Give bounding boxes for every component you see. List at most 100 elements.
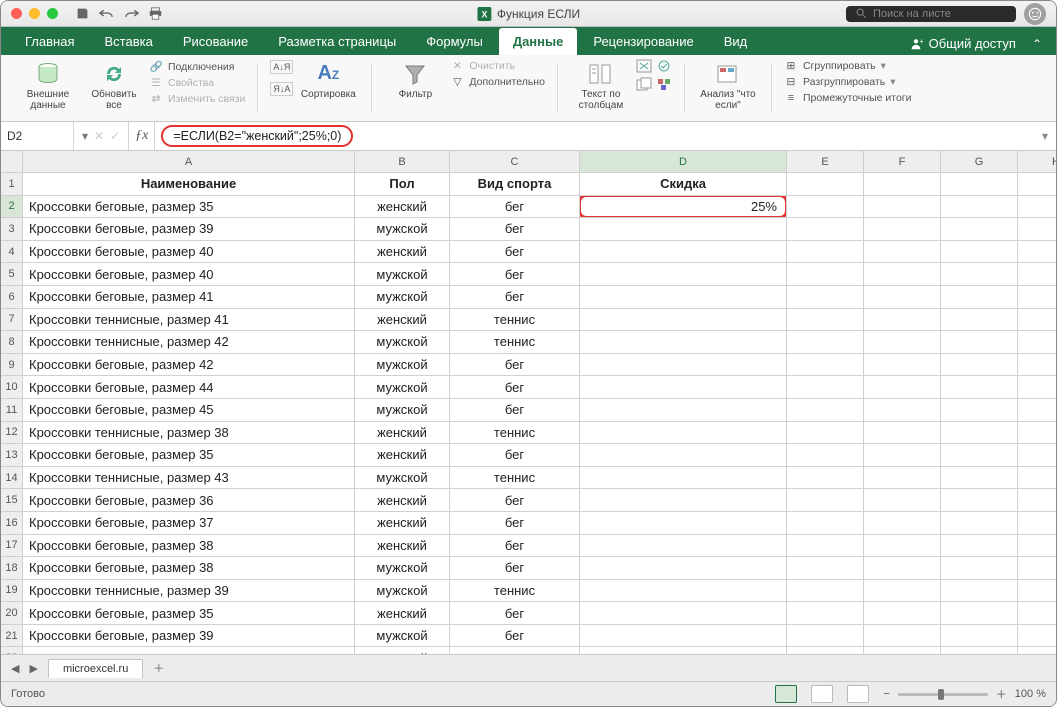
empty-cell[interactable] (941, 557, 1018, 580)
empty-cell[interactable] (941, 580, 1018, 603)
sheet-tab[interactable]: microexcel.ru (48, 659, 143, 678)
empty-cell[interactable] (864, 512, 941, 535)
close-window-icon[interactable] (11, 8, 22, 19)
empty-cell[interactable] (864, 331, 941, 354)
empty-cell[interactable] (787, 354, 864, 377)
column-header[interactable]: H (1018, 151, 1056, 173)
empty-cell[interactable] (864, 376, 941, 399)
empty-cell[interactable] (941, 241, 1018, 264)
empty-cell[interactable] (864, 647, 941, 654)
cell[interactable] (580, 444, 787, 467)
cell[interactable]: бег (450, 489, 580, 512)
empty-cell[interactable] (941, 354, 1018, 377)
ribbon-tab-рецензирование[interactable]: Рецензирование (579, 28, 707, 55)
empty-cell[interactable] (941, 489, 1018, 512)
row-header[interactable]: 3 (1, 218, 23, 241)
consolidate-icon[interactable] (656, 77, 672, 91)
cell[interactable]: мужской (355, 376, 450, 399)
cell[interactable]: Кроссовки беговые, размер 42 (23, 354, 355, 377)
row-header[interactable]: 6 (1, 286, 23, 309)
row-header[interactable]: 5 (1, 263, 23, 286)
page-layout-view-button[interactable] (811, 685, 833, 703)
empty-cell[interactable] (787, 444, 864, 467)
column-header[interactable]: F (864, 151, 941, 173)
empty-cell[interactable] (1018, 444, 1056, 467)
cell[interactable]: теннис (450, 422, 580, 445)
empty-cell[interactable] (864, 444, 941, 467)
cancel-formula-icon[interactable]: ✕ (94, 129, 104, 143)
advanced-filter-button[interactable]: ▽Дополнительно (450, 75, 545, 89)
cell[interactable]: Кроссовки беговые, размер 44 (23, 376, 355, 399)
ribbon-tab-вид[interactable]: Вид (710, 28, 762, 55)
row-header[interactable]: 12 (1, 422, 23, 445)
ribbon-tab-вставка[interactable]: Вставка (90, 28, 166, 55)
cell[interactable]: Кроссовки беговые, размер 40 (23, 241, 355, 264)
empty-cell[interactable] (787, 422, 864, 445)
empty-cell[interactable] (864, 535, 941, 558)
empty-cell[interactable] (1018, 602, 1056, 625)
row-header[interactable]: 17 (1, 535, 23, 558)
empty-cell[interactable] (941, 376, 1018, 399)
cell[interactable]: мужской (355, 286, 450, 309)
empty-cell[interactable] (864, 173, 941, 196)
empty-cell[interactable] (941, 331, 1018, 354)
cell[interactable] (580, 331, 787, 354)
empty-cell[interactable] (864, 467, 941, 490)
cell[interactable]: Кроссовки беговые, размер 36 (23, 489, 355, 512)
empty-cell[interactable] (941, 286, 1018, 309)
empty-cell[interactable] (787, 286, 864, 309)
cell[interactable]: Кроссовки теннисные, размер 41 (23, 309, 355, 332)
empty-cell[interactable] (864, 196, 941, 219)
cell[interactable] (580, 309, 787, 332)
empty-cell[interactable] (787, 489, 864, 512)
cell[interactable] (580, 557, 787, 580)
cell[interactable]: теннис (450, 331, 580, 354)
cell[interactable] (580, 489, 787, 512)
cell[interactable] (580, 354, 787, 377)
empty-cell[interactable] (1018, 354, 1056, 377)
cell[interactable]: мужской (355, 625, 450, 648)
cell[interactable]: женский (355, 602, 450, 625)
empty-cell[interactable] (1018, 196, 1056, 219)
cell[interactable]: Кроссовки беговые, размер 38 (23, 557, 355, 580)
empty-cell[interactable] (864, 422, 941, 445)
cell[interactable]: теннис (450, 309, 580, 332)
empty-cell[interactable] (1018, 489, 1056, 512)
empty-cell[interactable] (864, 241, 941, 264)
column-header[interactable]: D (580, 151, 787, 173)
empty-cell[interactable] (1018, 422, 1056, 445)
filter-button[interactable]: Фильтр (384, 59, 446, 100)
empty-cell[interactable] (787, 173, 864, 196)
cell[interactable]: мужской (355, 557, 450, 580)
empty-cell[interactable] (1018, 535, 1056, 558)
cell[interactable]: женский (355, 309, 450, 332)
group-button[interactable]: ⊞Сгруппировать ▾ (784, 59, 912, 73)
cell[interactable]: женский (355, 489, 450, 512)
empty-cell[interactable] (787, 512, 864, 535)
empty-cell[interactable] (1018, 512, 1056, 535)
empty-cell[interactable] (1018, 263, 1056, 286)
empty-cell[interactable] (941, 218, 1018, 241)
external-data-button[interactable]: Внешние данные (17, 59, 79, 111)
cell[interactable]: женский (355, 535, 450, 558)
cell[interactable]: бег (450, 354, 580, 377)
cell[interactable]: Кроссовки беговые, размер 45 (23, 399, 355, 422)
zoom-out-button[interactable]: − (883, 688, 889, 700)
cell[interactable]: мужской (355, 331, 450, 354)
empty-cell[interactable] (941, 309, 1018, 332)
cell[interactable]: бег (450, 196, 580, 219)
empty-cell[interactable] (787, 196, 864, 219)
first-sheet-icon[interactable]: ◀ (11, 662, 19, 675)
column-header[interactable]: A (23, 151, 355, 173)
cell[interactable]: бег (450, 399, 580, 422)
cell[interactable]: мужской (355, 263, 450, 286)
worksheet[interactable]: ABCDEFGH1НаименованиеПолВид спортаСкидка… (1, 151, 1056, 654)
prev-sheet-icon[interactable]: ▶ (29, 662, 37, 675)
empty-cell[interactable] (941, 444, 1018, 467)
empty-cell[interactable] (1018, 218, 1056, 241)
cell[interactable]: бег (450, 535, 580, 558)
empty-cell[interactable] (941, 173, 1018, 196)
cell[interactable]: Кроссовки теннисные, размер 40 (23, 647, 355, 654)
header-cell[interactable]: Пол (355, 173, 450, 196)
subtotal-button[interactable]: ≡Промежуточные итоги (784, 91, 912, 105)
